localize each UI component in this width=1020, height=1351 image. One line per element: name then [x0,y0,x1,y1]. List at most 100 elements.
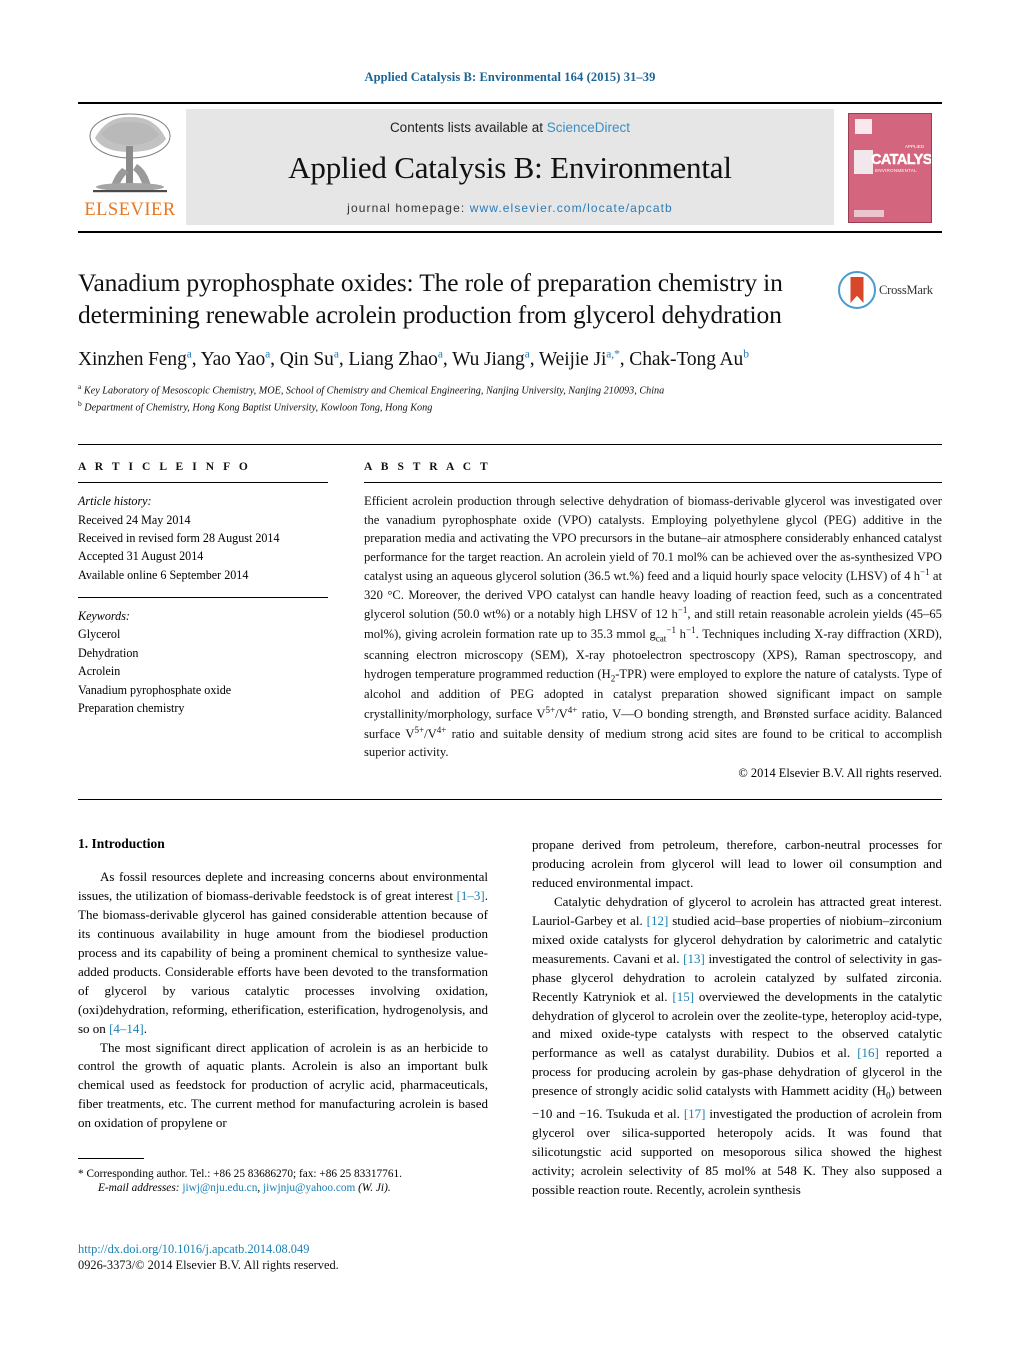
email-note: E-mail addresses: jiwj@nju.edu.cn, jiwjn… [78,1182,492,1194]
author-item: Xinzhen Fenga [78,348,192,370]
page-title: Vanadium pyrophosphate oxides: The role … [78,268,783,330]
abstract-fragment: h [676,627,686,642]
abstract-superscript: −1 [677,605,688,616]
article-page: Applied Catalysis B: Environmental 164 (… [0,0,1020,1351]
copyright-line: © 2014 Elsevier B.V. All rights reserved… [738,765,942,780]
citation-link[interactable]: [16] [857,1045,879,1060]
abstract-superscript: −1 [920,567,930,578]
keyword-item: Dehydration [78,645,139,660]
divider [364,482,942,484]
author-item: Yao Yaoa [200,348,271,370]
paragraph: Catalytic dehydration of glycerol to acr… [532,893,942,1200]
paragraph-fragment: . The biomass-derivable glycerol has gai… [78,887,488,1036]
affiliation-mark: b [78,399,82,409]
author-item: Weijie Jia,* [538,348,620,370]
elsevier-wordmark: ELSEVIER [84,200,176,220]
divider [78,597,328,598]
section-heading-introduction: 1. Introduction [78,835,165,851]
abstract-superscript: 4+ [567,704,578,715]
crossmark-badge[interactable]: CrossMark [838,267,942,309]
abstract-subscript: cat [655,633,667,644]
email-label: E-mail addresses: [98,1182,180,1195]
journal-cover-image: APPLIED CATALYSIS ENVIRONMENTAL [848,112,932,223]
history-item: Received 24 May 2014 [78,512,191,527]
article-info-heading: A R T I C L E I N F O [78,461,251,474]
author-list: Xinzhen Fenga, Yao Yaoa, Qin Sua, Liang … [78,348,749,370]
contents-lists-line: Contents lists available at ScienceDirec… [390,120,630,135]
affiliation-mark: a [78,381,82,391]
history-item: Received in revised form 28 August 2014 [78,530,280,545]
doi-link[interactable]: http://dx.doi.org/10.1016/j.apcatb.2014.… [78,1242,339,1257]
affiliation-text: Department of Chemistry, Hong Kong Bapti… [84,402,433,414]
author-item: Chak-Tong Aub [629,348,749,370]
keyword-item: Preparation chemistry [78,700,185,715]
info-abstract-block: A R T I C L E I N F O Article history: R… [78,444,942,800]
citation-link[interactable]: [1–3] [457,888,485,903]
paragraph-fragment: As fossil resources deplete and increasi… [78,868,488,903]
abstract-superscript: −1 [685,625,696,635]
journal-homepage-line: journal homepage: www.elsevier.com/locat… [347,201,673,215]
citation-link[interactable]: [13] [683,951,705,966]
author-affil-mark: a [186,348,192,361]
paragraph: The most significant direct application … [78,1039,488,1131]
journal-homepage-link[interactable]: www.elsevier.com/locate/apcatb [470,201,673,215]
author-affil-mark: a [524,348,530,361]
author-item: Wu Jianga [452,348,530,370]
abstract-fragment: /V [424,726,437,741]
title-area: Vanadium pyrophosphate oxides: The role … [78,267,942,331]
affiliation-list: a Key Laboratory of Mesoscopic Chemistry… [78,381,942,416]
running-head: Applied Catalysis B: Environmental 164 (… [364,70,656,84]
author-affil-mark: a [265,348,271,361]
body-right-column: propane derived from petroleum, therefor… [532,836,942,1200]
keywords-label: Keywords: [78,609,130,623]
sciencedirect-link[interactable]: ScienceDirect [547,120,630,135]
author-affil-mark: a [437,348,443,361]
footnote-divider [78,1158,144,1159]
cover-footer-text [891,198,923,214]
author-item: Qin Sua [279,348,339,370]
journal-title: Applied Catalysis B: Environmental [288,150,732,185]
abstract-superscript: 4+ [436,724,447,735]
abstract-fragment: ratio and suitable density of medium str… [364,726,942,760]
journal-cover-block: APPLIED CATALYSIS ENVIRONMENTAL [838,104,942,231]
citation-link[interactable]: [12] [647,913,669,928]
keyword-item: Vanadium pyrophosphate oxide [78,682,232,697]
keyword-item: Glycerol [78,627,121,642]
divider [78,482,328,484]
body-columns: 1. Introduction As fossil resources depl… [78,836,942,1200]
affiliation-item: b Department of Chemistry, Hong Kong Bap… [78,398,942,416]
abstract-fragment: /V [555,707,568,722]
author-affil-mark: b [743,348,749,361]
email-link-secondary[interactable]: jiwjnju@yahoo.com [263,1182,355,1194]
citation-link[interactable]: [4–14] [109,1021,144,1036]
author-affil-mark: a [333,348,339,361]
elsevier-tree-icon [87,108,173,200]
paragraph: propane derived from petroleum, therefor… [532,836,942,890]
paragraph-fragment: . [143,1020,147,1036]
author-item: Liang Zhaoa [348,348,443,370]
abstract-superscript: −1 [666,625,676,635]
keyword-item: Acrolein [78,664,121,679]
abstract-heading: A B S T R A C T [364,461,491,474]
cover-subtitle-text: ENVIRONMENTAL [875,167,917,173]
doi-block: http://dx.doi.org/10.1016/j.apcatb.2014.… [78,1242,339,1273]
corresponding-author-note: * Corresponding author. Tel.: +86 25 836… [78,1168,402,1180]
journal-masthead: ELSEVIER Contents lists available at Sci… [78,102,942,233]
article-info-column: A R T I C L E I N F O Article history: R… [78,461,328,781]
citation-link[interactable]: [17] [684,1106,706,1121]
abstract-fragment: Efficient acrolein production through se… [364,494,942,584]
cover-tag-text: APPLIED [904,143,924,149]
cover-footer-bar [854,209,884,217]
cover-title-text: CATALYSIS [871,151,932,168]
citation-link[interactable]: [15] [672,989,694,1004]
affiliation-text: Key Laboratory of Mesoscopic Chemistry, … [83,385,665,397]
crossmark-icon [838,271,876,309]
cover-elsevier-mark [855,118,872,134]
email-suffix: (W. Ji). [355,1182,391,1195]
email-link-primary[interactable]: jiwj@nju.edu.cn [182,1182,257,1194]
elsevier-logo-block: ELSEVIER [78,104,182,231]
paragraph: As fossil resources deplete and increasi… [78,868,488,1039]
homepage-prefix: journal homepage: [347,201,470,215]
journal-center-panel: Contents lists available at ScienceDirec… [186,109,834,225]
article-history-label: Article history: [78,494,152,509]
